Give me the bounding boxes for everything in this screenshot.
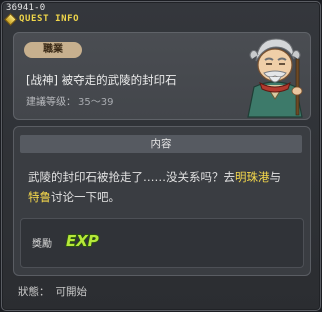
level-range: 35～39 [78,97,114,108]
level-label: 建議等级： [26,97,76,108]
window-title-bar: QUEST INFO [4,12,80,26]
quest-info-window: 36941-0 QUEST INFO 職業 [战神] 被夺走的武陵的封印石 建議… [1,1,321,311]
exp-icon: EXP [65,231,99,250]
recommended-level: 建議等级： 35～39 [26,93,113,108]
quest-name: [战神] 被夺走的武陵的封印石 [26,73,177,87]
description-text-3: 讨论一下吧。 [51,190,120,204]
npc-portrait [247,38,303,118]
quest-title-icon [4,12,17,26]
exp-text: EXP [66,232,99,250]
location-link-2[interactable]: 特鲁 [28,190,51,204]
quest-detail-panel: 内容 武陵的封印石被抢走了……没关系吗？去明珠港与特鲁讨论一下吧。 獎勵 EXP [13,126,311,276]
job-badge: 職業 [24,42,82,58]
reward-label: 獎勵 [32,239,52,250]
status-value: 可開始 [55,286,88,298]
description-text-2: 与 [269,170,282,184]
content-header: 内容 [20,135,302,153]
status-label: 狀態： [18,286,50,298]
reward-box: 獎勵 EXP [20,218,304,268]
quest-status: 狀態： 可開始 [18,284,87,299]
quest-id: 36941-0 [6,3,46,13]
quest-summary-panel: 職業 [战神] 被夺走的武陵的封印石 建議等级： 35～39 [13,32,311,120]
location-link-1[interactable]: 明珠港 [235,170,270,184]
window-title: QUEST INFO [19,14,80,24]
description-text-1: 武陵的封印石被抢走了……没关系吗？去 [28,170,235,184]
quest-description: 武陵的封印石被抢走了……没关系吗？去明珠港与特鲁讨论一下吧。 [28,167,300,207]
